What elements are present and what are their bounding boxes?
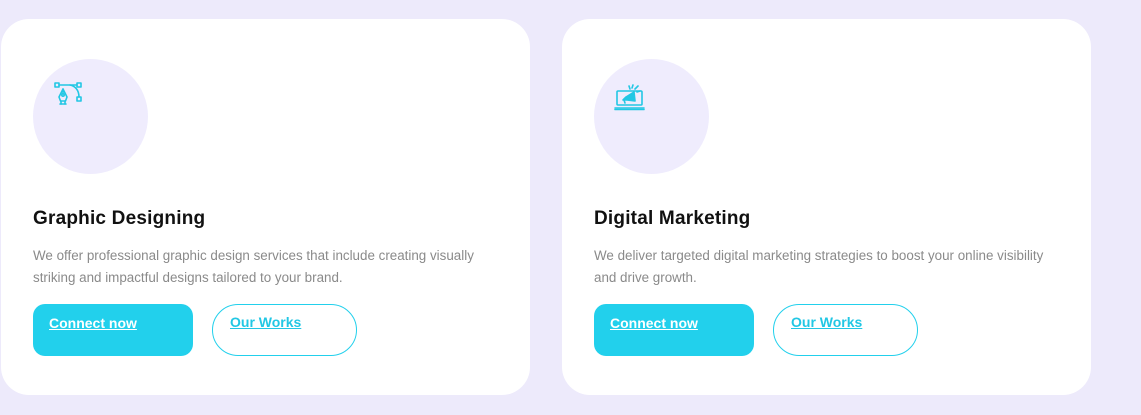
our-works-button[interactable]: Our Works — [212, 304, 357, 356]
icon-circle — [594, 59, 709, 174]
laptop-megaphone-icon — [614, 84, 645, 111]
service-card-graphic-designing: Graphic Designing We offer professional … — [1, 19, 530, 395]
card-title: Graphic Designing — [33, 208, 206, 229]
connect-now-button[interactable]: Connect now — [594, 304, 754, 356]
services-section: Graphic Designing We offer professional … — [0, 0, 1141, 415]
service-card-digital-marketing: Digital Marketing We deliver targeted di… — [562, 19, 1091, 395]
icon-circle — [33, 59, 148, 174]
our-works-button[interactable]: Our Works — [773, 304, 918, 356]
card-description: We offer professional graphic design ser… — [33, 248, 474, 285]
card-title: Digital Marketing — [594, 208, 751, 229]
card-description: We deliver targeted digital marketing st… — [594, 248, 1044, 285]
connect-now-button[interactable]: Connect now — [33, 304, 193, 356]
pen-tool-bezier-icon — [54, 82, 82, 105]
